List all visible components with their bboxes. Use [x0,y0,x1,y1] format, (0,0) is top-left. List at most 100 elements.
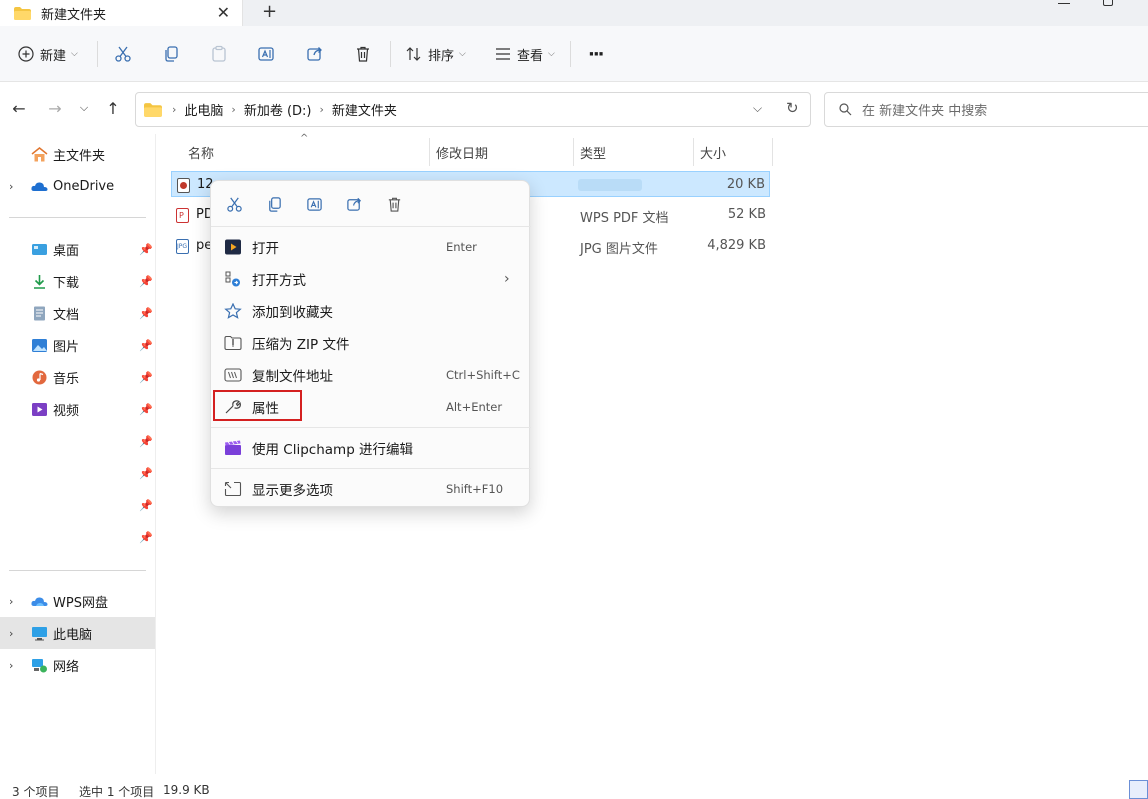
arrow-right-icon: → [48,98,62,118]
breadcrumb-separator-icon[interactable]: › [231,103,235,116]
sidebar-item-downloads[interactable]: 下载 📌 [0,265,155,297]
view-button[interactable]: 查看 ⌵ [495,26,555,82]
sidebar-item-onedrive[interactable]: › OneDrive [0,170,155,202]
sidebar-item-documents[interactable]: 文档 📌 [0,297,155,329]
breadcrumb-drive-d[interactable]: 新加卷 (D:) [244,100,312,119]
menu-item-add-favorite[interactable]: 添加到收藏夹 [211,295,531,327]
sidebar-item-pinned[interactable]: 📌 [0,457,155,489]
sidebar-item-this-pc[interactable]: › 此电脑 [0,617,155,649]
context-copy-button[interactable] [264,194,284,214]
chevron-right-icon[interactable]: › [9,180,13,193]
menu-shortcut: Ctrl+Shift+C [446,368,520,382]
music-icon [32,370,47,384]
column-divider[interactable] [429,138,430,166]
sidebar-item-pictures[interactable]: 图片 📌 [0,329,155,361]
context-rename-button[interactable] [304,194,324,214]
delete-button[interactable] [354,26,372,82]
folder-icon [14,6,31,20]
rename-button[interactable] [257,26,275,82]
minimize-icon[interactable] [1058,0,1070,4]
column-divider[interactable] [573,138,574,166]
pin-icon[interactable]: 📌 [139,435,153,448]
menu-item-copy-path[interactable]: 复制文件地址 Ctrl+Shift+C [211,359,531,391]
trash-icon [357,46,369,62]
menu-item-compress-zip[interactable]: 压缩为 ZIP 文件 [211,327,531,359]
sidebar-item-desktop[interactable]: 桌面 📌 [0,233,155,265]
chevron-right-icon[interactable]: › [9,595,13,608]
pin-icon[interactable]: 📌 [139,275,153,288]
menu-item-show-more-options[interactable]: 显示更多选项 Shift+F10 [211,473,531,505]
new-tab-button[interactable]: + [262,1,277,22]
address-history-chevron-icon[interactable]: ⌵ [753,101,762,116]
more-options-button[interactable]: ··· [588,26,604,82]
sidebar-item-wps-drive[interactable]: › WPS网盘 [0,585,155,617]
menu-item-open[interactable]: 打开 Enter [211,231,531,263]
cut-button[interactable] [114,26,132,82]
context-cut-button[interactable] [224,194,244,214]
sidebar-item-home[interactable]: 主文件夹 [0,138,155,170]
sidebar-item-pinned[interactable]: 📌 [0,521,155,553]
up-button[interactable]: ↑ [102,96,124,120]
sidebar-divider [9,217,146,218]
pin-icon[interactable]: 📌 [139,467,153,480]
search-box[interactable]: 在 新建文件夹 中搜索 [824,92,1148,127]
sidebar-label: 图片 [53,339,80,355]
pin-icon[interactable]: 📌 [139,371,153,384]
column-header-name[interactable]: 名称 [188,143,214,162]
sort-button[interactable]: 排序 ⌵ [406,26,466,82]
copy-path-icon [224,368,242,382]
column-header-modified[interactable]: 修改日期 [436,143,488,162]
home-icon [31,146,48,161]
sidebar-item-pinned[interactable]: 📌 [0,425,155,457]
sidebar-item-videos[interactable]: 视频 📌 [0,393,155,425]
column-divider[interactable] [693,138,694,166]
pin-icon[interactable]: 📌 [139,243,153,256]
sidebar-divider [9,570,146,571]
details-view-button[interactable] [1129,780,1148,799]
sort-ascending-icon: ^ [300,133,309,144]
sidebar-item-music[interactable]: 音乐 📌 [0,361,155,393]
search-icon [839,103,852,116]
menu-item-clipchamp[interactable]: 使用 Clipchamp 进行编辑 [211,432,531,464]
address-bar[interactable]: › 此电脑 › 新加卷 (D:) › 新建文件夹 ⌵ ↻ [135,92,811,127]
pin-icon[interactable]: 📌 [139,499,153,512]
chevron-right-icon[interactable]: › [9,659,13,672]
new-button[interactable]: 新建 ⌵ [18,26,78,82]
pin-icon[interactable]: 📌 [139,307,153,320]
context-delete-button[interactable] [384,194,404,214]
forward-button[interactable]: → [44,96,66,120]
tab-close-icon[interactable]: ✕ [217,3,230,22]
chevron-right-icon[interactable]: › [9,627,13,640]
tab-title: 新建文件夹 [41,7,107,23]
command-bar: 新建 ⌵ 排序 ⌵ 查看 ⌵ ··· [0,26,1148,82]
share-button[interactable] [306,26,324,82]
paste-button[interactable] [210,26,228,82]
context-share-button[interactable] [344,194,364,214]
tab-current-folder[interactable]: 新建文件夹 ✕ [0,0,243,26]
breadcrumb-separator-icon[interactable]: › [172,103,176,116]
sidebar-item-network[interactable]: › 网络 [0,649,155,681]
context-quick-actions [211,181,531,227]
breadcrumb-current-folder[interactable]: 新建文件夹 [332,100,397,119]
pin-icon[interactable]: 📌 [139,339,153,352]
pin-icon[interactable]: 📌 [139,403,153,416]
trash-icon [388,197,400,212]
back-button[interactable]: ← [8,96,30,120]
menu-label: 添加到收藏夹 [252,305,333,321]
column-divider[interactable] [772,138,773,166]
recent-locations-button[interactable]: ⌵ [73,96,95,120]
column-header-type[interactable]: 类型 [580,143,606,162]
maximize-icon[interactable] [1103,0,1113,6]
download-icon [34,274,45,289]
folder-icon [144,102,162,117]
file-size: 20 KB [726,177,765,192]
refresh-icon[interactable]: ↻ [786,99,799,117]
pin-icon[interactable]: 📌 [139,531,153,544]
breadcrumb-separator-icon[interactable]: › [320,103,324,116]
breadcrumb-this-pc[interactable]: 此电脑 [184,100,223,119]
menu-label: 压缩为 ZIP 文件 [252,337,350,353]
copy-button[interactable] [162,26,180,82]
column-header-size[interactable]: 大小 [700,143,726,162]
sidebar-item-pinned[interactable]: 📌 [0,489,155,521]
menu-item-open-with[interactable]: 打开方式 › [211,263,531,295]
